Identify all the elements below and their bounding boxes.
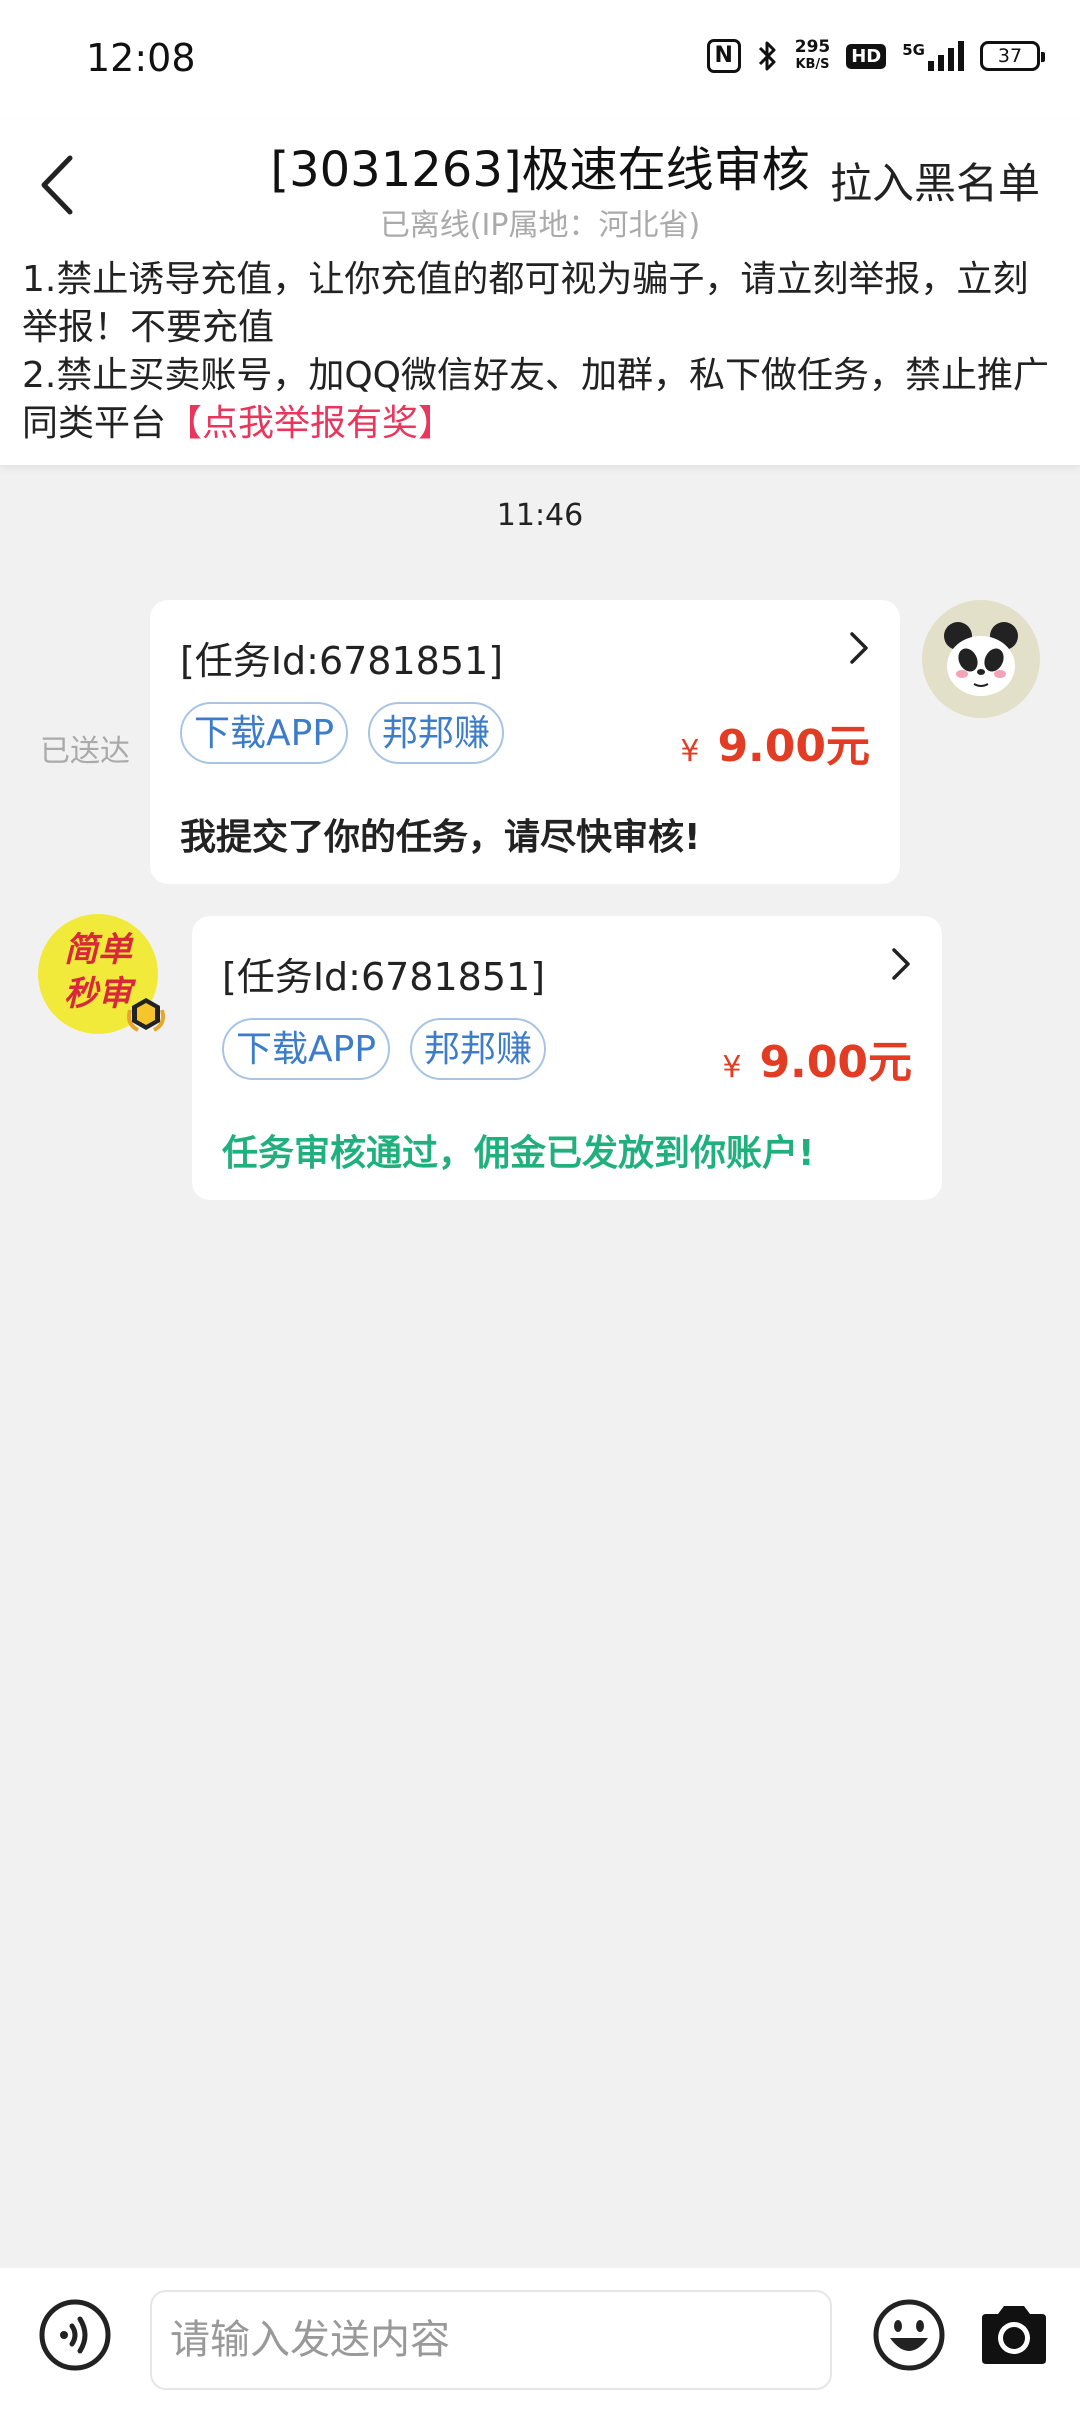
task-tags: 下载APP 邦邦赚 [222, 1018, 547, 1080]
voice-icon[interactable] [38, 2298, 112, 2372]
input-bar [0, 2268, 1080, 2412]
shop-avatar-icon[interactable]: 简单 秒审 [38, 914, 165, 1034]
verified-badge-icon [127, 998, 165, 1032]
status-bar: 12:08 N 295 KB/S HD 5G 37 [0, 0, 1080, 120]
bluetooth-icon [758, 41, 776, 71]
task-tag: 下载APP [180, 702, 349, 764]
chevron-right-icon[interactable] [886, 946, 916, 982]
network-speed-value: 295 [794, 37, 831, 57]
status-icons: N 295 KB/S HD 5G 37 [706, 38, 1045, 74]
message-text: 任务审核通过，佣金已发放到你账户! [222, 1133, 815, 1174]
shop-avatar-text-line: 简单 [64, 930, 132, 970]
chat-header: [3031263]极速在线审核 已离线(IP属地：河北省) 拉入黑名单 1.禁止… [0, 120, 1080, 465]
nfc-icon: N [706, 39, 741, 73]
task-price: ¥9.00元 [722, 1026, 912, 1090]
panda-face-icon [944, 622, 1018, 696]
task-price: ¥9.00元 [680, 710, 870, 774]
hd-badge: HD [846, 43, 887, 69]
notice-panel: 1.禁止诱导充值，让你充值的都可视为骗子，请立刻举报，立刻举报！不要充值 2.禁… [22, 256, 1060, 448]
message-input[interactable] [150, 2290, 832, 2390]
blacklist-button[interactable]: 拉入黑名单 [830, 150, 1040, 211]
panda-avatar-icon[interactable] [922, 600, 1040, 718]
report-link[interactable]: 【点我举报有奖】 [166, 403, 454, 444]
network-speed: 295 KB/S [795, 39, 831, 73]
task-id: [任务Id:6781851] [180, 639, 504, 683]
task-tag: 下载APP [222, 1018, 391, 1080]
price-amount: 9.00元 [759, 1037, 912, 1088]
battery-icon: 37 [980, 41, 1045, 71]
status-time: 12:08 [86, 36, 196, 80]
task-tag: 邦邦赚 [410, 1018, 547, 1080]
message-text: 我提交了你的任务，请尽快审核! [180, 817, 701, 858]
chevron-right-icon[interactable] [844, 630, 874, 666]
notice-line-2: 2.禁止买卖账号，加QQ微信好友、加群，私下做任务，禁止推广同类平台【点我举报有… [22, 352, 1060, 448]
emoji-icon[interactable] [872, 2298, 946, 2372]
delivery-status: 已送达 [40, 734, 130, 769]
task-tag: 邦邦赚 [368, 702, 505, 764]
signal-icon: 5G [902, 41, 964, 71]
chat-timestamp: 11:46 [496, 498, 584, 533]
task-card-received[interactable]: [任务Id:6781851] 下载APP 邦邦赚 ¥9.00元 任务审核通过，佣… [192, 916, 942, 1200]
notice-line-1: 1.禁止诱导充值，让你充值的都可视为骗子，请立刻举报，立刻举报！不要充值 [22, 259, 1029, 348]
currency-symbol: ¥ [680, 734, 700, 769]
camera-icon[interactable] [976, 2302, 1052, 2368]
price-amount: 9.00元 [717, 721, 870, 772]
task-tags: 下载APP 邦邦赚 [180, 702, 505, 764]
task-card-sent[interactable]: [任务Id:6781851] 下载APP 邦邦赚 ¥9.00元 我提交了你的任务… [150, 600, 900, 884]
currency-symbol: ¥ [722, 1050, 742, 1085]
task-id: [任务Id:6781851] [222, 955, 546, 999]
network-speed-unit: KB/S [795, 57, 830, 72]
network-type: 5G [902, 41, 925, 59]
